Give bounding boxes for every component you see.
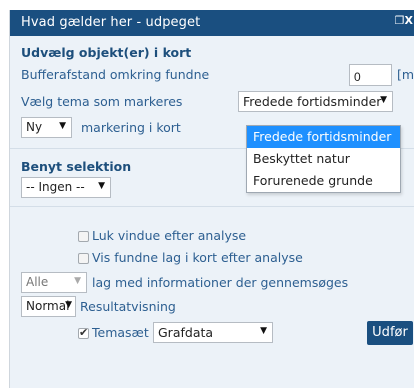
buffer-unit: [m]	[397, 67, 414, 82]
layers-label: lag med informationer der gennemsøges	[92, 275, 349, 290]
themeset-select-value: Grafdata	[158, 325, 214, 340]
themeset-label: Temasæt	[92, 325, 149, 340]
layers-select[interactable]: Alle ▼	[21, 272, 87, 293]
chevron-down-icon: ▼	[65, 300, 72, 310]
result-select-value: Normal	[26, 299, 70, 313]
marking-select[interactable]: Ny ▼	[21, 117, 72, 138]
run-button[interactable]: Udfør	[367, 321, 413, 345]
theme-select-value: Fredede fortidsminder	[243, 94, 382, 109]
buffer-label: Bufferafstand omkring fundne	[21, 67, 210, 82]
show-layers-checkbox[interactable]	[78, 253, 89, 264]
selection-select-value: -- Ingen --	[26, 180, 85, 194]
buffer-input[interactable]	[349, 64, 392, 86]
section-divider	[10, 206, 414, 207]
close-window-checkbox[interactable]	[78, 231, 89, 242]
theme-option[interactable]: Forurenede grunde	[247, 170, 400, 192]
result-select[interactable]: Normal ▼	[21, 296, 76, 317]
checkmark-icon: ✔	[79, 326, 89, 339]
chevron-down-icon: ▼	[260, 326, 267, 336]
themeset-checkbox[interactable]: ✔	[78, 326, 89, 339]
theme-option[interactable]: Beskyttet natur	[247, 148, 400, 170]
theme-option[interactable]: Fredede fortidsminder	[247, 126, 400, 148]
close-window-label: Luk vindue efter analyse	[92, 228, 247, 243]
show-layers-label: Vis fundne lag i kort efter analyse	[92, 250, 303, 265]
select-objects-heading: Udvælg objekt(er) i kort	[21, 45, 192, 60]
result-label: Resultatvisning	[80, 299, 176, 314]
layers-select-value: Alle	[26, 275, 49, 289]
theme-dropdown-list: Fredede fortidsminder Beskyttet natur Fo…	[246, 125, 401, 193]
theme-select[interactable]: Fredede fortidsminder ▼	[238, 91, 393, 112]
chevron-down-icon: ▼	[98, 181, 105, 191]
marking-label: markering i kort	[81, 120, 181, 135]
theme-label: Vælg tema som markeres	[21, 94, 183, 109]
analysis-dialog: Hvad gælder her - udpeget ❐X Udvælg obje…	[9, 10, 414, 388]
title-bar[interactable]: Hvad gælder her - udpeget ❐X	[10, 10, 414, 36]
selection-select[interactable]: -- Ingen -- ▼	[21, 177, 111, 198]
marking-select-value: Ny	[26, 120, 43, 134]
dialog-title: Hvad gælder her - udpeget	[21, 15, 201, 30]
window-controls-icon[interactable]: ❐X	[395, 15, 413, 27]
dialog-body: Udvælg objekt(er) i kort Bufferafstand o…	[10, 36, 414, 388]
chevron-down-icon: ▼	[380, 95, 387, 105]
selection-heading: Benyt selektion	[21, 159, 132, 174]
themeset-select[interactable]: Grafdata ▼	[153, 322, 273, 343]
chevron-down-icon: ▼	[74, 276, 81, 286]
chevron-down-icon: ▼	[59, 121, 66, 131]
